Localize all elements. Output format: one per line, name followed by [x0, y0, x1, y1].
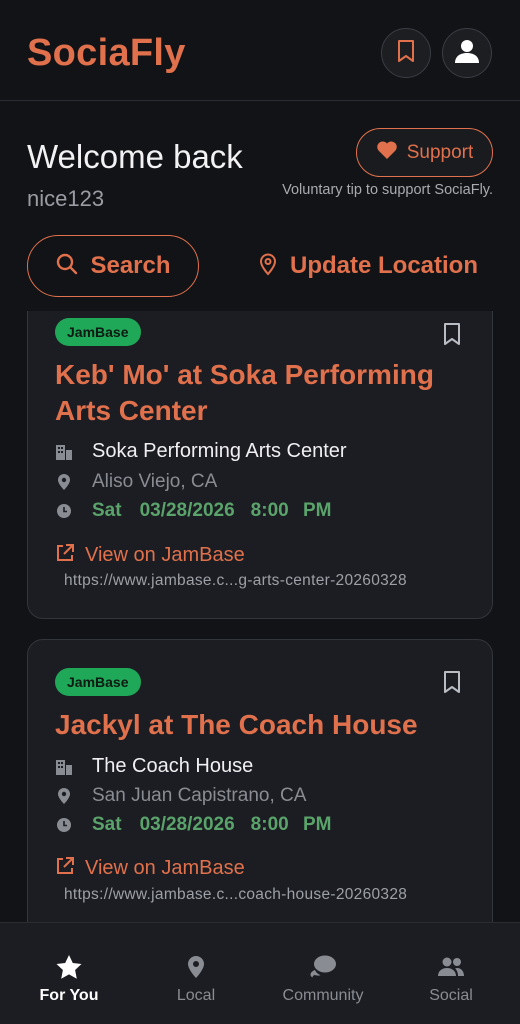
search-button[interactable]: Search — [27, 235, 199, 297]
clock-icon — [55, 817, 73, 833]
event-time: 8:00 PM — [250, 814, 332, 835]
nav-label: For You — [39, 987, 99, 1004]
building-icon — [55, 443, 73, 461]
clock-icon — [55, 503, 73, 519]
event-card[interactable]: JamBase Keb' Mo' at Soka Performing Arts… — [27, 311, 493, 619]
location-pin-icon — [55, 473, 73, 491]
nav-label: Social — [429, 987, 473, 1004]
search-label: Search — [90, 252, 171, 279]
city-row: Aliso Viejo, CA — [55, 471, 217, 493]
nav-for-you[interactable]: For You — [4, 923, 134, 1024]
event-url: https://www.jambase.c...coach-house-2026… — [64, 886, 408, 903]
view-link-label: View on JamBase — [85, 857, 245, 879]
saved-bookmarks-button[interactable] — [381, 28, 431, 78]
app-logo: SociaFly — [27, 32, 186, 74]
datetime-row: Sat 03/28/2026 8:00 PM — [55, 814, 331, 836]
bottom-nav: For You Local Community Social — [0, 922, 520, 1024]
view-on-jambase-link[interactable]: View on JamBase — [55, 856, 245, 881]
bookmark-icon[interactable] — [442, 322, 462, 351]
external-link-icon — [55, 543, 75, 568]
heart-icon — [376, 140, 398, 165]
nav-local[interactable]: Local — [131, 923, 261, 1024]
username-label: nice123 — [27, 186, 105, 211]
search-icon — [55, 252, 79, 281]
building-icon — [55, 758, 73, 776]
view-on-jambase-link[interactable]: View on JamBase — [55, 543, 245, 568]
update-location-label: Update Location — [290, 252, 479, 279]
user-icon — [453, 37, 481, 70]
event-title[interactable]: Jackyl at The Coach House — [55, 707, 467, 743]
location-pin-icon — [258, 252, 278, 281]
event-url: https://www.jambase.c...g-arts-center-20… — [64, 572, 407, 589]
event-date: 03/28/2026 — [139, 814, 235, 835]
location-pin-icon — [55, 787, 73, 805]
view-link-label: View on JamBase — [85, 544, 245, 566]
event-time: 8:00 PM — [250, 500, 332, 521]
bookmark-icon — [396, 39, 416, 68]
support-label: Support — [406, 141, 474, 163]
source-badge: JamBase — [55, 318, 141, 346]
chat-bubbles-icon — [309, 953, 337, 981]
nav-community[interactable]: Community — [258, 923, 388, 1024]
update-location-button[interactable]: Update Location — [258, 244, 478, 288]
support-button[interactable]: Support — [356, 128, 493, 177]
location-pin-icon — [187, 953, 205, 981]
app-header: SociaFly — [0, 0, 520, 101]
event-card[interactable]: JamBase Jackyl at The Coach House The Co… — [27, 639, 493, 923]
event-day: Sat — [92, 500, 122, 521]
profile-button[interactable] — [442, 28, 492, 78]
nav-label: Community — [282, 987, 364, 1004]
source-badge: JamBase — [55, 668, 141, 696]
city-row: San Juan Capistrano, CA — [55, 785, 306, 807]
external-link-icon — [55, 856, 75, 881]
star-icon — [55, 953, 83, 981]
city-name: San Juan Capistrano, CA — [92, 785, 307, 806]
event-title[interactable]: Keb' Mo' at Soka Performing Arts Center — [55, 357, 467, 429]
city-name: Aliso Viejo, CA — [92, 471, 218, 492]
event-feed[interactable]: JamBase Keb' Mo' at Soka Performing Arts… — [0, 311, 520, 923]
venue-name: The Coach House — [92, 755, 254, 777]
nav-label: Local — [176, 987, 216, 1004]
support-note: Voluntary tip to support SociaFly. — [282, 182, 493, 198]
datetime-row: Sat 03/28/2026 8:00 PM — [55, 500, 331, 522]
venue-row: The Coach House — [55, 755, 253, 778]
venue-row: Soka Performing Arts Center — [55, 440, 347, 463]
welcome-heading: Welcome back — [27, 138, 243, 175]
bookmark-icon[interactable] — [442, 670, 462, 699]
venue-name: Soka Performing Arts Center — [92, 440, 347, 462]
event-date: 03/28/2026 — [139, 500, 235, 521]
people-icon — [437, 953, 465, 981]
nav-social[interactable]: Social — [386, 923, 516, 1024]
event-day: Sat — [92, 814, 122, 835]
